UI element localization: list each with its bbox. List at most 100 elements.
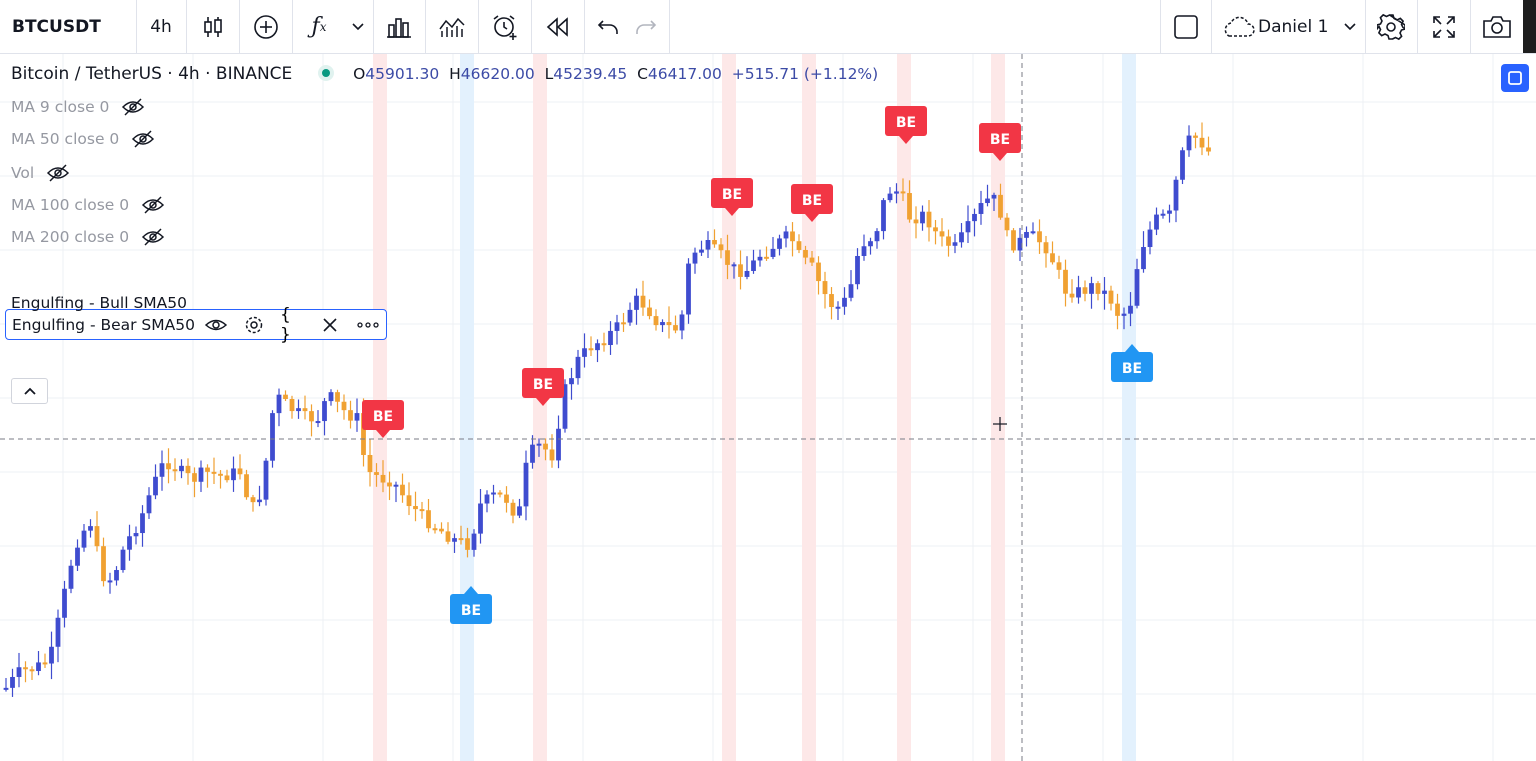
indicators-fx-icon[interactable]: ƒx [296, 0, 342, 53]
candles-icon[interactable] [190, 0, 236, 53]
close-icon[interactable] [319, 315, 341, 335]
eye-icon[interactable] [205, 315, 227, 335]
square-icon [1508, 71, 1522, 85]
candle [1056, 262, 1062, 270]
candle [374, 472, 379, 475]
chevron-down-icon[interactable] [344, 0, 372, 53]
collapse-legend-button[interactable] [11, 378, 48, 404]
candle [926, 211, 932, 228]
bear-engulfing-marker: BE [711, 178, 753, 216]
indicator-engulfing-bear[interactable]: Engulfing - Bear SMA50 { } [5, 305, 387, 345]
settings-icon[interactable] [243, 315, 265, 335]
eye-crossed-icon[interactable] [141, 228, 165, 246]
divider [531, 0, 532, 53]
candle [36, 662, 41, 672]
ohlc-close: 46417.00 [647, 65, 722, 83]
alert-icon[interactable] [482, 0, 528, 53]
candle [582, 348, 587, 357]
candle [991, 194, 997, 199]
candle [673, 325, 678, 331]
candle [920, 211, 925, 224]
candle [569, 378, 574, 385]
candle [497, 492, 503, 495]
eye-crossed-icon[interactable] [141, 196, 165, 214]
object-tree-button[interactable] [1501, 64, 1529, 92]
candle [185, 465, 191, 474]
chart-grid [0, 54, 1536, 761]
replay-icon[interactable] [535, 0, 581, 53]
candle [3, 687, 9, 690]
candle [387, 482, 392, 487]
settings-icon[interactable] [1369, 0, 1413, 53]
interval-button[interactable]: 4h [137, 0, 185, 53]
indicator-label: MA 50 close 0 [11, 130, 120, 148]
symbol-title[interactable]: Bitcoin / TetherUS · 4h · BINANCE [11, 64, 292, 84]
eye-crossed-icon[interactable] [46, 164, 70, 182]
candle [120, 549, 126, 571]
candle [692, 252, 698, 264]
redo-icon[interactable] [628, 0, 664, 53]
source-code-icon[interactable]: { } [280, 305, 302, 345]
candle [1108, 290, 1114, 304]
candle [296, 408, 301, 412]
indicator-ma50[interactable]: MA 50 close 0 [11, 130, 155, 148]
marker-label: BE [896, 115, 916, 131]
candle [250, 497, 256, 503]
chevron-down-icon[interactable] [1336, 0, 1364, 53]
candle [900, 191, 906, 194]
candle [289, 399, 295, 412]
candle [634, 295, 639, 310]
indicator-vol[interactable]: Vol [11, 164, 70, 182]
divider [1470, 0, 1471, 53]
candle [855, 255, 860, 285]
candle [315, 421, 321, 424]
candle [1043, 242, 1049, 254]
candle [757, 256, 763, 261]
indicator-engulfing-bull[interactable]: Engulfing - Bull SMA50 [11, 294, 187, 312]
candle [1134, 269, 1140, 306]
divider [186, 0, 187, 53]
bear-band [897, 54, 911, 761]
camera-icon[interactable] [1474, 0, 1520, 53]
divider [1160, 0, 1161, 53]
marker-label: BE [533, 377, 553, 393]
chart-pane[interactable]: BE BE BE BE BE BE BE BE Bitcoin / TetherUS · 4h… [0, 54, 1536, 761]
compare-icon[interactable] [429, 0, 475, 53]
candle [595, 343, 600, 351]
layout-name[interactable]: Daniel 1 [1258, 0, 1332, 53]
price-chart[interactable]: BE BE BE BE BE BE BE BE [0, 54, 1536, 761]
more-icon[interactable] [357, 315, 379, 335]
candle [478, 503, 483, 534]
candle [517, 506, 522, 516]
candle [1180, 150, 1185, 180]
cloud-icon[interactable] [1220, 0, 1256, 53]
divider [239, 0, 240, 53]
candle [42, 662, 48, 665]
eye-crossed-icon[interactable] [131, 130, 155, 148]
candle [465, 538, 470, 550]
candle [666, 322, 672, 326]
indicator-ma9[interactable]: MA 9 close 0 [11, 98, 145, 116]
candle-series [3, 122, 1211, 697]
indicator-ma100[interactable]: MA 100 close 0 [11, 196, 165, 214]
candle [588, 348, 594, 351]
candle [647, 307, 652, 317]
divider [669, 0, 670, 53]
fullscreen-icon[interactable] [1421, 0, 1467, 53]
add-symbol-icon[interactable] [243, 0, 289, 53]
candle [432, 528, 438, 531]
divider [1365, 0, 1366, 53]
eye-crossed-icon[interactable] [121, 98, 145, 116]
undo-icon[interactable] [590, 0, 626, 53]
layout-square-icon[interactable] [1164, 0, 1208, 53]
templates-icon[interactable] [376, 0, 422, 53]
candle [302, 408, 308, 412]
candle [523, 462, 529, 507]
candle [1011, 230, 1016, 251]
indicator-ma200[interactable]: MA 200 close 0 [11, 228, 165, 246]
candle [55, 617, 61, 647]
candle [959, 232, 964, 243]
candle [471, 533, 477, 550]
candle [1206, 147, 1211, 152]
symbol-search-button[interactable]: BTCUSDT [0, 0, 136, 53]
